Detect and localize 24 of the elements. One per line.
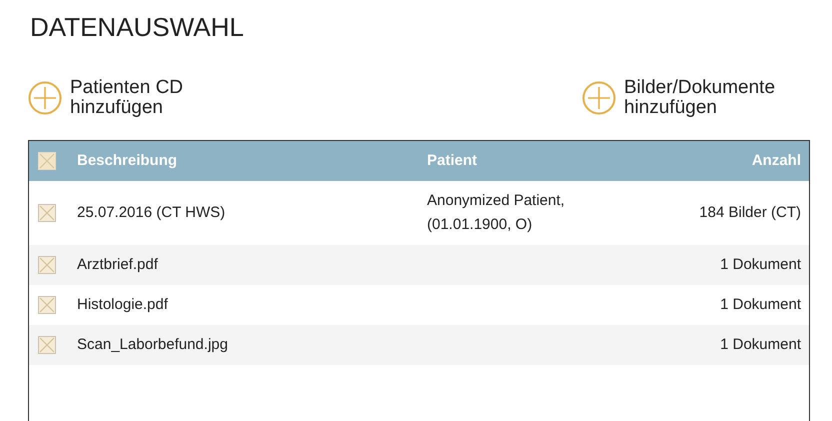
checkbox[interactable] bbox=[38, 296, 56, 314]
checkbox[interactable] bbox=[38, 152, 56, 170]
table-cell-text: 1 Dokument bbox=[719, 334, 801, 355]
table-row[interactable]: Arztbrief.pdf 1 Dokument bbox=[29, 245, 809, 285]
table-cell-text: Anonymized Patient, (01.01.1900, O) bbox=[427, 191, 566, 235]
column-header: Patient bbox=[427, 150, 478, 171]
plus-icon bbox=[28, 81, 62, 115]
table-cell-text: 184 Bilder (CT) bbox=[698, 202, 801, 223]
checkbox[interactable] bbox=[38, 336, 56, 354]
checkbox[interactable] bbox=[38, 204, 56, 222]
page-title: DATENAUSWAHL bbox=[30, 11, 244, 43]
checkbox[interactable] bbox=[38, 256, 56, 274]
table-cell-text: 25.07.2016 (CT HWS) bbox=[77, 202, 226, 223]
table-cell-text: Scan_Laborbefund.jpg bbox=[77, 334, 229, 355]
plus-icon bbox=[582, 81, 616, 115]
table-cell-text: 1 Dokument bbox=[719, 254, 801, 275]
add-button[interactable]: Bilder/Dokumente hinzufügen bbox=[582, 78, 782, 118]
add-button[interactable]: Patienten CD hinzufügen bbox=[28, 78, 228, 118]
table-cell-text: Arztbrief.pdf bbox=[77, 254, 159, 275]
column-header: Anzahl bbox=[750, 150, 801, 171]
table-cell-text: Histologie.pdf bbox=[77, 294, 169, 315]
table-row[interactable]: Scan_Laborbefund.jpg 1 Dokument bbox=[29, 325, 809, 365]
column-header: Beschreibung bbox=[77, 150, 178, 171]
table-cell-text: 1 Dokument bbox=[719, 294, 801, 315]
